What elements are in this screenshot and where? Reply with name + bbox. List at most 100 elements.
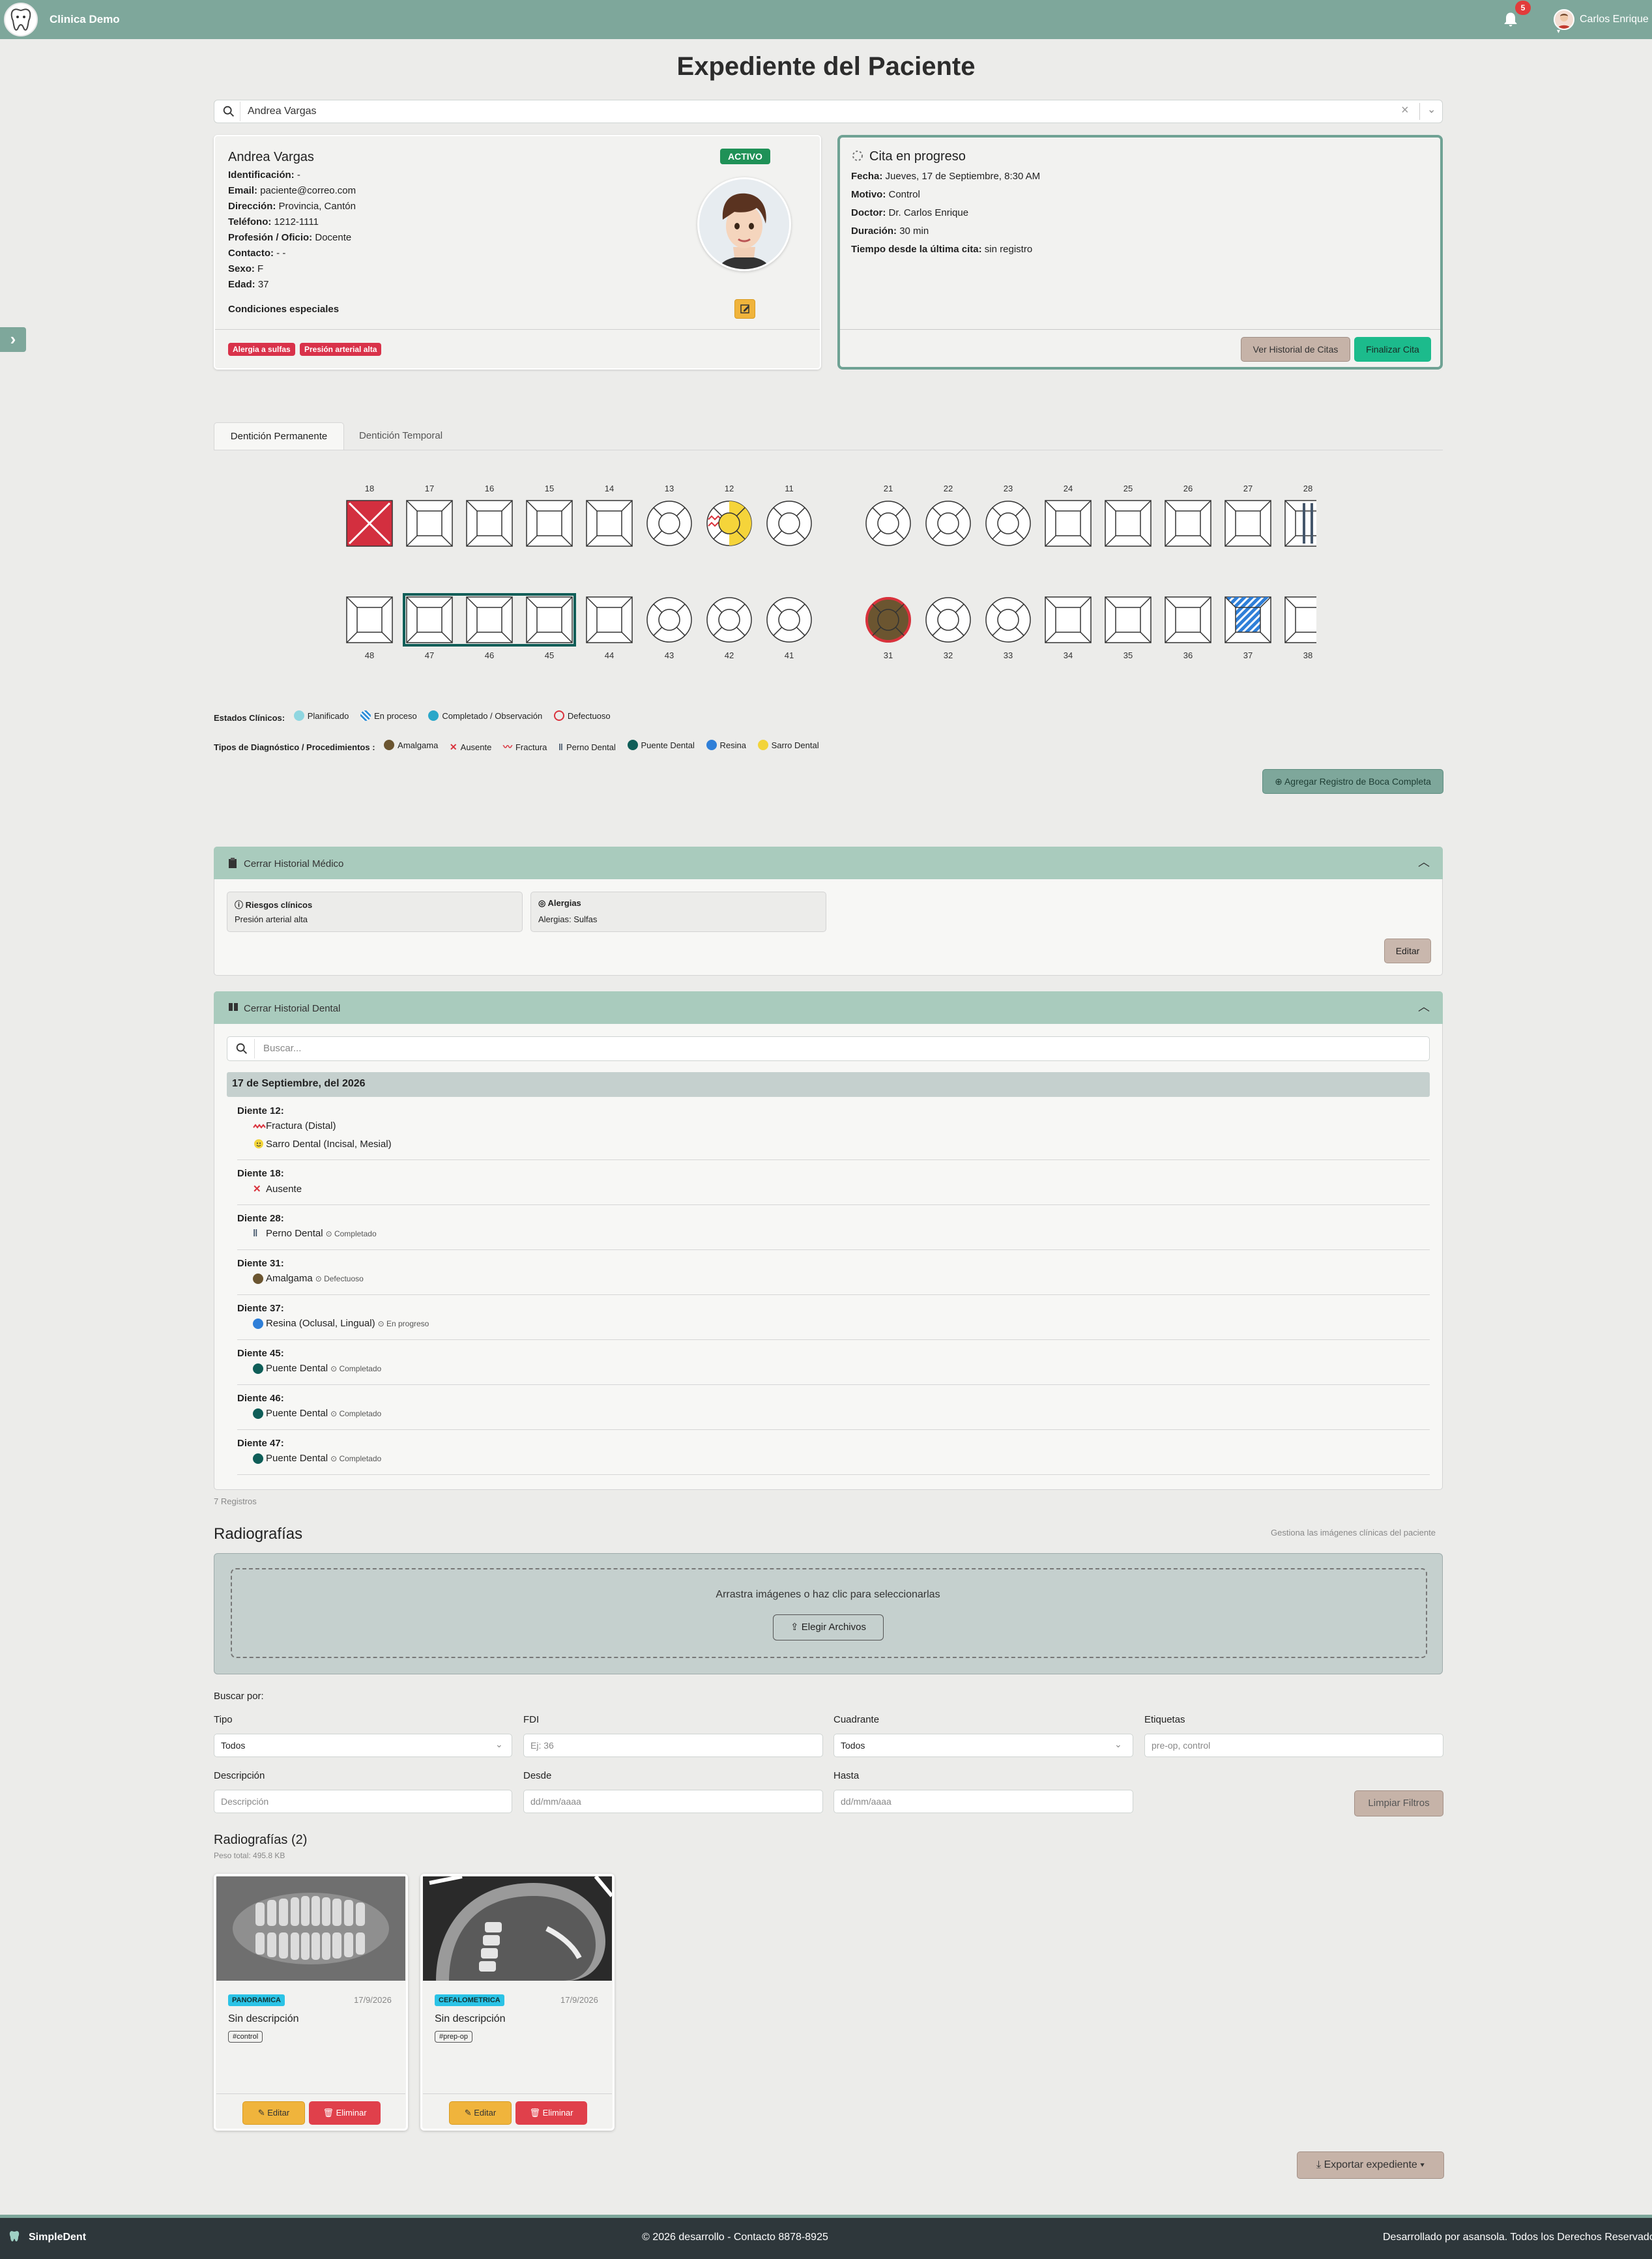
type-filter-select[interactable]: Todos bbox=[214, 1734, 512, 1757]
tooth-38[interactable]: 38 bbox=[1284, 596, 1316, 660]
finish-appointment-button[interactable]: Finalizar Cita bbox=[1354, 337, 1431, 362]
tooth-11[interactable]: 11 bbox=[766, 484, 812, 546]
quadrant-filter-label: Cuadrante bbox=[833, 1714, 880, 1725]
medical-history-title[interactable]: Cerrar Historial Médico bbox=[244, 858, 343, 869]
tooth-47[interactable]: 47 bbox=[406, 596, 453, 660]
tooth-35[interactable]: 35 bbox=[1105, 596, 1152, 660]
post-icon: ‖ bbox=[253, 1228, 258, 1239]
tooth-21[interactable]: 21 bbox=[865, 484, 911, 546]
edit-radiograph-button[interactable]: ✎ Editar bbox=[242, 2101, 305, 2125]
chevron-down-icon[interactable]: ▾ bbox=[1557, 28, 1560, 35]
from-date-input[interactable]: dd/mm/aaaa bbox=[523, 1790, 823, 1813]
edit-medical-history-button[interactable]: Editar bbox=[1384, 939, 1431, 963]
tags-filter-input[interactable]: pre-op, control bbox=[1144, 1734, 1443, 1757]
odontogram[interactable]: 18 17 16 15 14 13 12 11 21 22 23 24 25 26 27 28 48 47 46 45… bbox=[339, 476, 1316, 671]
chevron-up-icon[interactable]: ︿ bbox=[1418, 853, 1430, 870]
export-record-button[interactable]: ⤓ Exportar expediente ▾ bbox=[1297, 2151, 1444, 2179]
tooth-18[interactable]: 18 bbox=[346, 484, 393, 547]
tooth-42[interactable]: 42 bbox=[706, 597, 752, 660]
tooth-41[interactable]: 41 bbox=[766, 597, 812, 660]
chevron-down-icon[interactable]: ⌄ bbox=[1427, 103, 1436, 116]
search-icon bbox=[236, 1043, 247, 1054]
tooth-25[interactable]: 25 bbox=[1105, 484, 1152, 547]
add-full-mouth-record-button[interactable]: ⊕ Agregar Registro de Boca Completa bbox=[1262, 769, 1443, 794]
search-icon bbox=[223, 106, 234, 117]
sidebar-toggle-chevron-icon[interactable]: › bbox=[0, 327, 26, 352]
clinic-name[interactable]: Clinica Demo bbox=[50, 13, 120, 26]
filter-title: Buscar por: bbox=[214, 1691, 264, 1702]
fdi-filter-input[interactable]: Ej: 36 bbox=[523, 1734, 823, 1757]
tooth-33[interactable]: 33 bbox=[985, 597, 1031, 660]
appointment-history-button[interactable]: Ver Historial de Citas bbox=[1241, 337, 1350, 362]
tooth-26[interactable]: 26 bbox=[1165, 484, 1211, 547]
delete-radiograph-button[interactable]: 🗑 Eliminar bbox=[309, 2101, 381, 2125]
tooth-12[interactable]: 12 bbox=[706, 484, 752, 546]
tooth-number: 43 bbox=[665, 650, 674, 660]
dental-history-header[interactable] bbox=[214, 991, 1443, 1024]
tooth-46[interactable]: 46 bbox=[466, 596, 513, 660]
tooth-31[interactable]: 31 bbox=[865, 597, 911, 660]
tab-temporary-dentition[interactable]: Dentición Temporal bbox=[345, 422, 456, 450]
medical-history-header[interactable] bbox=[214, 847, 1443, 879]
dental-history-search-input[interactable] bbox=[227, 1036, 1430, 1061]
tooth-logo-icon[interactable] bbox=[4, 3, 38, 36]
tooth-heading: Diente 12: bbox=[237, 1105, 284, 1116]
tooth-34[interactable]: 34 bbox=[1045, 596, 1092, 660]
upload-dropzone-inner[interactable] bbox=[231, 1568, 1427, 1658]
tooth-37[interactable]: 37 bbox=[1225, 596, 1271, 660]
user-avatar[interactable] bbox=[1554, 9, 1574, 30]
clear-icon[interactable]: × bbox=[1401, 103, 1409, 118]
tooth-43[interactable]: 43 bbox=[646, 597, 692, 660]
tooth-number: 21 bbox=[884, 484, 893, 493]
tooth-17[interactable]: 17 bbox=[406, 484, 453, 547]
delete-radiograph-button[interactable]: 🗑 Eliminar bbox=[515, 2101, 587, 2125]
choose-files-button[interactable]: ⇪ Elegir Archivos bbox=[773, 1614, 884, 1640]
tooth-24[interactable]: 24 bbox=[1045, 484, 1092, 547]
tooth-16[interactable]: 16 bbox=[466, 484, 513, 547]
legend-in-progress: En proceso bbox=[360, 710, 417, 721]
tooth-number: 25 bbox=[1123, 484, 1133, 493]
edit-conditions-button[interactable] bbox=[734, 299, 755, 319]
patient-search-value[interactable]: Andrea Vargas bbox=[248, 106, 317, 117]
tooth-15[interactable]: 15 bbox=[526, 484, 573, 547]
clear-filters-button[interactable]: Limpiar Filtros bbox=[1354, 1790, 1443, 1816]
tooth-44[interactable]: 44 bbox=[586, 596, 633, 660]
tooth-23[interactable]: 23 bbox=[985, 484, 1031, 546]
tooth-14[interactable]: 14 bbox=[586, 484, 633, 547]
tooth-48[interactable]: 48 bbox=[346, 596, 393, 660]
patient-search-select[interactable] bbox=[214, 100, 1443, 123]
tooth-45[interactable]: 45 bbox=[526, 596, 573, 660]
clipboard-icon bbox=[229, 858, 237, 868]
tooth-number: 27 bbox=[1243, 484, 1253, 493]
status-badge: ACTIVO bbox=[720, 149, 770, 164]
tooth-22[interactable]: 22 bbox=[925, 484, 971, 546]
tooth-28[interactable]: 28 bbox=[1284, 484, 1316, 547]
user-name[interactable]: Carlos Enrique bbox=[1580, 14, 1649, 25]
patient-field-email: Email: paciente@correo.com bbox=[228, 185, 356, 196]
history-item: Sarro Dental (Incisal, Mesial) bbox=[253, 1138, 392, 1150]
search-placeholder[interactable]: Buscar... bbox=[263, 1043, 301, 1054]
dental-history-title[interactable]: Cerrar Historial Dental bbox=[244, 1003, 340, 1014]
to-date-input[interactable]: dd/mm/aaaa bbox=[833, 1790, 1133, 1813]
tooth-32[interactable]: 32 bbox=[925, 597, 971, 660]
cephalometric-xray-image[interactable] bbox=[423, 1876, 612, 1981]
chevron-down-icon[interactable]: ⌄ bbox=[1114, 1739, 1122, 1750]
tooth-36[interactable]: 36 bbox=[1165, 596, 1211, 660]
edit-radiograph-button[interactable]: ✎ Editar bbox=[449, 2101, 512, 2125]
tooth-number: 11 bbox=[785, 484, 794, 493]
description-filter-label: Descripción bbox=[214, 1770, 265, 1781]
legend-planned: Planificado bbox=[293, 710, 349, 721]
special-conditions-label: Condiciones especiales bbox=[228, 304, 340, 315]
tooth-27[interactable]: 27 bbox=[1225, 484, 1271, 547]
amalgam-icon bbox=[253, 1273, 263, 1284]
quadrant-filter-select[interactable]: Todos bbox=[833, 1734, 1133, 1757]
tab-permanent-dentition[interactable]: Dentición Permanente bbox=[214, 422, 344, 450]
description-filter-input[interactable]: Descripción bbox=[214, 1790, 512, 1813]
tags-filter-label: Etiquetas bbox=[1144, 1714, 1185, 1725]
chevron-up-icon[interactable]: ︿ bbox=[1418, 998, 1430, 1015]
chevron-down-icon[interactable]: ⌄ bbox=[495, 1739, 503, 1750]
tooth-13[interactable]: 13 bbox=[646, 484, 692, 546]
history-item: Puente Dental ⊙ Completado bbox=[253, 1453, 381, 1464]
panoramic-xray-image[interactable] bbox=[216, 1876, 405, 1981]
divider bbox=[215, 329, 820, 330]
